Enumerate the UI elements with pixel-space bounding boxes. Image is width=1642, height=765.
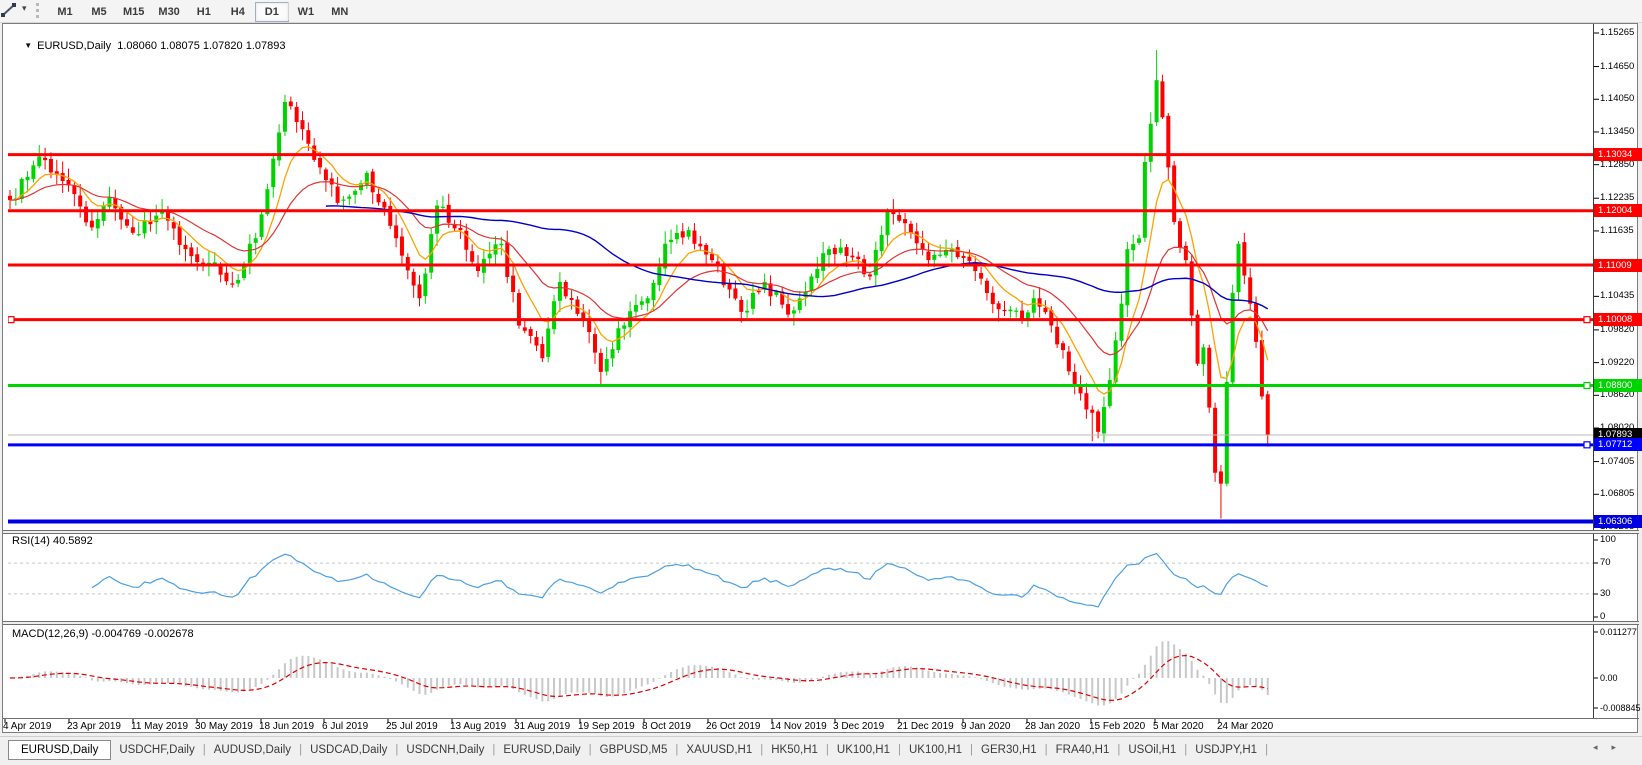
hline-price-label: 1.06306 <box>1594 514 1642 528</box>
date-tick-label: 25 Jul 2019 <box>386 721 438 732</box>
chart-canvas[interactable] <box>0 0 1642 765</box>
price-tick-label: 1.14650 <box>1600 60 1635 72</box>
macd-tick-label: -0.008845 <box>1600 703 1641 713</box>
macd-indicator-label: MACD(12,26,9) -0.004769 -0.002678 <box>12 628 194 640</box>
tab-separator: | <box>760 743 764 756</box>
chart-ohlc-values: 1.08060 1.08075 1.07820 1.07893 <box>117 40 286 52</box>
chart-tab[interactable]: AUDUSD,Daily <box>212 744 293 756</box>
tab-separator: | <box>1117 743 1121 756</box>
rsi-tick-label: 30 <box>1600 588 1611 599</box>
chart-tab[interactable]: UK100,H1 <box>835 744 892 756</box>
chart-tab[interactable]: FRA40,H1 <box>1054 744 1112 756</box>
hline-price-label: 1.12004 <box>1594 204 1642 218</box>
hline-price-label: 1.11009 <box>1594 258 1642 272</box>
chart-tab[interactable]: USOil,H1 <box>1126 744 1178 756</box>
price-axis-separator <box>1593 24 1594 719</box>
macd-tick-label: 0.011277 <box>1600 627 1637 637</box>
tab-separator: | <box>897 743 901 756</box>
date-tick-label: 19 Sep 2019 <box>578 721 635 732</box>
price-tick-label: 1.13450 <box>1600 125 1635 137</box>
chart-title: ▼ EURUSD,Daily 1.08060 1.08075 1.07820 1.… <box>12 28 285 64</box>
rsi-tick-label: 70 <box>1600 557 1611 568</box>
tab-separator: | <box>202 743 206 756</box>
chart-tab-active[interactable]: EURUSD,Daily <box>8 739 112 760</box>
chart-tab-bar: EURUSD,Daily USDCHF,Daily | AUDUSD,Daily | US… <box>0 736 1642 762</box>
tab-scrollers: ◂▸ <box>1593 742 1630 753</box>
chart-tab[interactable]: USDCNH,Daily <box>404 744 486 756</box>
tab-scroll-right-icon[interactable]: ▸ <box>1611 742 1630 752</box>
price-tick-label: 1.12235 <box>1600 192 1635 204</box>
rsi-pane-splitter[interactable] <box>3 530 1639 534</box>
date-tick-label: 24 Mar 2020 <box>1217 721 1274 732</box>
date-tick-label: 5 Mar 2020 <box>1153 721 1204 732</box>
chart-tab[interactable]: USDCHF,Daily <box>117 744 196 756</box>
date-tick-label: 8 Oct 2019 <box>642 721 691 732</box>
date-tick-label: 6 Jul 2019 <box>322 721 369 732</box>
date-tick-label: 13 Aug 2019 <box>450 721 507 732</box>
date-tick-label: 26 Oct 2019 <box>706 721 761 732</box>
price-tick-label: 1.10435 <box>1600 290 1635 302</box>
tab-separator: | <box>1044 743 1048 756</box>
price-tick-label: 1.14050 <box>1600 93 1635 105</box>
chart-tab[interactable]: USDJPY,H1 <box>1193 744 1259 756</box>
date-tick-label: 9 Jan 2020 <box>961 721 1011 732</box>
macd-tick-label: 0.00 <box>1600 673 1618 683</box>
hline-price-label: 1.07712 <box>1594 438 1642 452</box>
collapse-pane-icon[interactable]: ▼ <box>24 41 32 50</box>
date-tick-label: 31 Aug 2019 <box>514 721 571 732</box>
price-tick-label: 1.15265 <box>1600 27 1635 38</box>
date-tick-label: 28 Jan 2020 <box>1025 721 1081 732</box>
macd-pane-bottom-border <box>3 718 1639 719</box>
tab-separator: | <box>675 743 679 756</box>
price-tick-label: 1.09220 <box>1600 356 1635 368</box>
chart-tab[interactable]: GER30,H1 <box>979 744 1039 756</box>
price-tick-label: 1.11635 <box>1600 224 1634 236</box>
tab-scroll-left-icon[interactable]: ◂ <box>1593 742 1612 752</box>
tab-separator: | <box>970 743 974 756</box>
date-tick-label: 11 May 2019 <box>131 721 189 732</box>
rsi-tick-label: 100 <box>1600 534 1616 545</box>
chart-tab[interactable]: HK50,H1 <box>769 744 820 756</box>
tab-separator: | <box>1184 743 1188 756</box>
date-tick-label: 14 Nov 2019 <box>770 721 827 732</box>
date-tick-label: 23 Apr 2019 <box>67 721 121 732</box>
rsi-tick-label: 0 <box>1600 611 1606 622</box>
date-tick-label: 4 Apr 2019 <box>3 721 52 732</box>
date-tick-label: 21 Dec 2019 <box>897 721 954 732</box>
chart-tab[interactable]: XAUUSD,H1 <box>684 744 754 756</box>
tab-separator: | <box>299 743 303 756</box>
chart-tab[interactable]: USDCAD,Daily <box>308 744 389 756</box>
tab-separator: | <box>588 743 592 756</box>
price-tick-label: 1.06805 <box>1600 488 1635 500</box>
chart-symbol-period: EURUSD,Daily <box>37 40 112 52</box>
chart-tab[interactable]: UK100,H1 <box>907 744 964 756</box>
tab-separator: | <box>1265 743 1269 756</box>
date-tick-label: 18 Jun 2019 <box>259 721 315 732</box>
macd-pane-splitter[interactable] <box>3 621 1639 625</box>
tab-separator: | <box>825 743 829 756</box>
date-tick-label: 3 Dec 2019 <box>833 721 885 732</box>
chart-tab[interactable]: GBPUSD,M5 <box>598 744 670 756</box>
tab-separator: | <box>395 743 399 756</box>
price-tick-label: 1.07405 <box>1600 455 1635 467</box>
mt4-window: ▾ M1 M5 M15 M30 H1 H4 D1 W1 MN ▼ EURUSD,Daily 1.0… <box>0 0 1642 765</box>
hline-price-label: 1.10008 <box>1594 313 1642 327</box>
date-tick-label: 15 Feb 2020 <box>1089 721 1146 732</box>
date-tick-label: 30 May 2019 <box>195 721 253 732</box>
tab-separator: | <box>492 743 496 756</box>
rsi-indicator-label: RSI(14) 40.5892 <box>12 535 93 547</box>
hline-price-label: 1.08800 <box>1594 379 1642 392</box>
hline-price-label: 1.13034 <box>1594 148 1642 162</box>
chart-tab[interactable]: EURUSD,Daily <box>501 744 582 756</box>
